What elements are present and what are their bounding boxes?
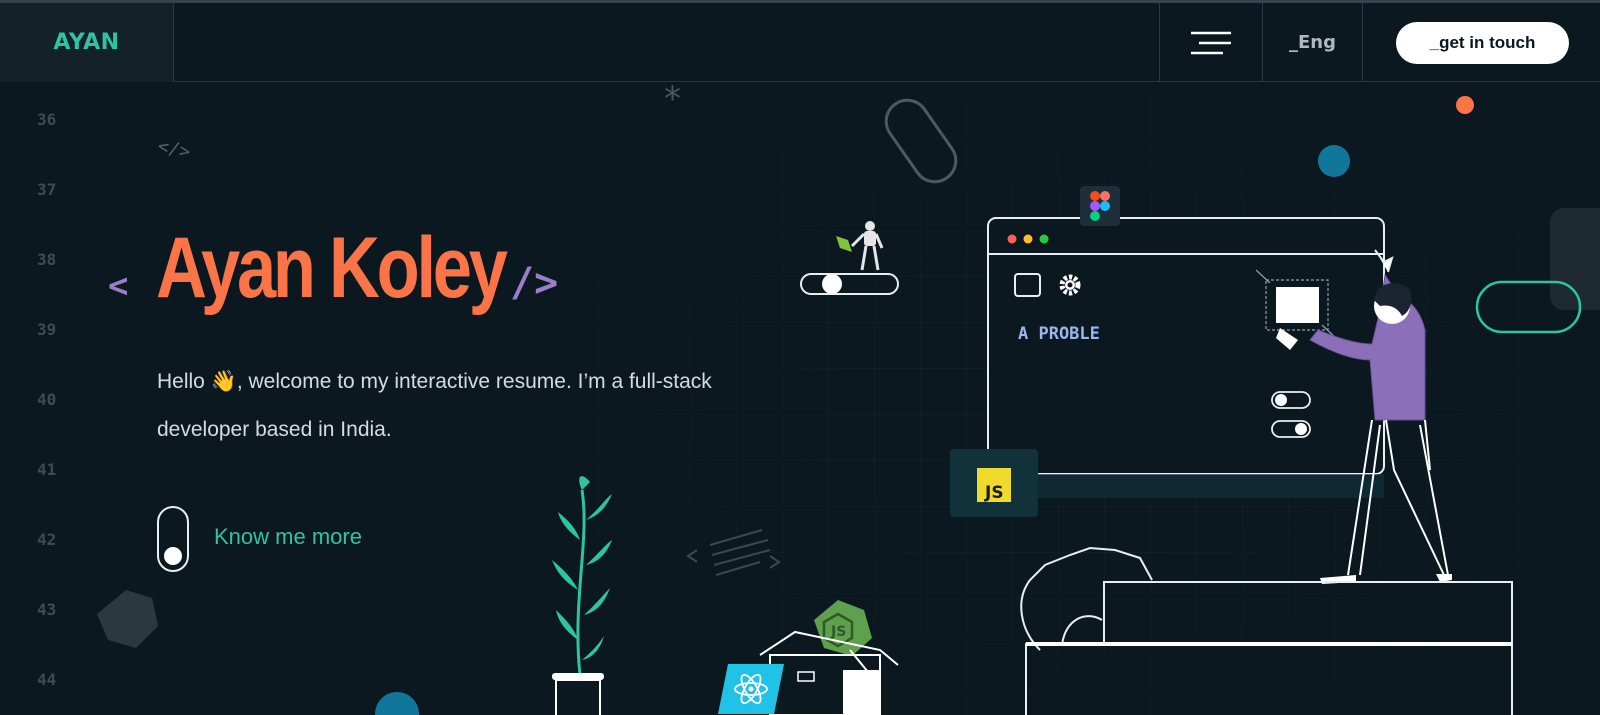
intro-line-1: Hello 👋, welcome to my interactive resum… — [157, 370, 712, 393]
svg-text:JS: JS — [984, 483, 1004, 503]
open-tag: < — [108, 266, 129, 306]
know-more-toggle[interactable] — [157, 506, 189, 572]
svg-text:</>: </> — [156, 136, 192, 163]
svg-text:JS: JS — [830, 624, 846, 640]
code-symbol-icon: </> — [156, 136, 192, 163]
menu-button[interactable] — [1159, 3, 1263, 82]
react-icon — [718, 664, 784, 714]
get-in-touch-button[interactable]: _get in touch — [1396, 22, 1569, 64]
intro-text: Hello 👋, welcome to my interactive resum… — [157, 358, 817, 454]
svg-text:*: * — [664, 83, 681, 119]
javascript-icon: JS — [950, 449, 1038, 517]
language-switch[interactable]: _Eng — [1263, 3, 1363, 82]
header: AYAN _Eng _get in touch — [0, 3, 1600, 82]
know-me-more-link[interactable]: Know me more — [214, 524, 362, 550]
intro-line-2: developer based in India. — [157, 418, 392, 441]
hero-name: Ayan Koley — [156, 220, 508, 316]
svg-text:A PROBLE: A PROBLE — [1018, 324, 1100, 344]
figma-icon — [1080, 186, 1120, 226]
hamburger-icon — [1191, 31, 1231, 54]
logo[interactable]: AYAN — [0, 3, 174, 82]
close-tag: /> — [510, 260, 559, 306]
browser-window: A PROBLE — [987, 217, 1385, 498]
toggle-knob — [164, 547, 182, 565]
